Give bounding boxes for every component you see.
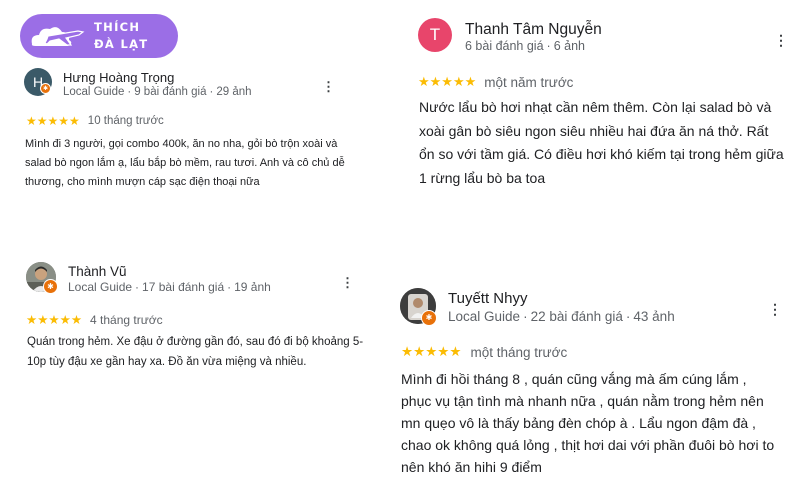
avatar-letter: T — [429, 25, 441, 44]
reviewer-role: Local Guide — [448, 309, 521, 324]
local-guide-badge-icon: ✱ — [43, 279, 58, 294]
avatar[interactable]: T — [418, 18, 452, 52]
star-icon: ★★★★★ — [26, 114, 80, 128]
reviewer-meta: Local Guide · 22 bài đánh giá · 43 ảnh — [448, 309, 675, 324]
more-vert-icon[interactable]: ⋮ — [341, 275, 354, 291]
rating-row: ★★★★★ 10 tháng trước — [26, 114, 164, 128]
local-guide-badge-icon: ✱ — [421, 310, 437, 326]
review-text: Quán trong hẻm. Xe đậu ở đường gần đó, s… — [27, 336, 364, 368]
photo-count: 29 ảnh — [216, 86, 252, 98]
reviewer-name[interactable]: Thanh Tâm Nguyễn — [465, 21, 602, 39]
review-count: 22 bài đánh giá — [530, 309, 623, 324]
reviewer-role: Local Guide — [63, 86, 125, 98]
review-text: Nước lẩu bò hơi nhạt cần nêm thêm. Còn l… — [419, 99, 784, 186]
more-vert-icon[interactable]: ⋮ — [774, 32, 788, 49]
rating-row: ★★★★★ 4 tháng trước — [26, 312, 163, 328]
star-icon: ★★★★★ — [401, 344, 462, 359]
review-count: 9 bài đánh giá — [134, 86, 207, 98]
review-time: một tháng trước — [470, 344, 568, 360]
cloud-plane-icon — [31, 27, 85, 46]
local-guide-badge-icon: ✱ — [40, 83, 51, 94]
reviewer-name[interactable]: Tuyếtt Nhyy — [448, 290, 527, 307]
review-count: 6 bài đánh giá — [465, 39, 544, 53]
reviewer-name[interactable]: Hưng Hoàng Trọng — [63, 70, 174, 85]
more-vert-icon[interactable]: ⋮ — [322, 79, 335, 95]
photo-count: 19 ảnh — [234, 280, 271, 294]
rating-row: ★★★★★ một năm trước — [418, 74, 573, 90]
brand-name: THÍCH ĐÀ LẠT — [94, 19, 174, 53]
review-time: một năm trước — [484, 74, 574, 90]
brand-line-1: THÍCH — [94, 20, 141, 34]
photo-count: 43 ảnh — [633, 309, 675, 324]
reviewer-meta: Local Guide · 17 bài đánh giá · 19 ảnh — [68, 280, 271, 294]
reviewer-meta: Local Guide · 9 bài đánh giá · 29 ảnh — [63, 86, 252, 98]
review-text: Mình đi hồi tháng 8 , quán cũng vắng mà … — [401, 371, 775, 475]
reviewer-name[interactable]: Thành Vũ — [68, 264, 127, 279]
brand-logo: THÍCH ĐÀ LẠT — [20, 14, 178, 58]
reviewer-meta: 6 bài đánh giá · 6 ảnh — [465, 39, 585, 53]
reviewer-role: Local Guide — [68, 280, 133, 294]
star-icon: ★★★★★ — [26, 313, 83, 327]
rating-row: ★★★★★ một tháng trước — [401, 344, 567, 360]
photo-count: 6 ảnh — [553, 39, 585, 53]
review-text: Mình đi 3 người, gọi combo 400k, ăn no n… — [25, 138, 345, 188]
review-count: 17 bài đánh giá — [142, 280, 225, 294]
brand-line-2: ĐÀ LẠT — [94, 37, 149, 51]
more-vert-icon[interactable]: ⋮ — [768, 301, 782, 318]
star-icon: ★★★★★ — [418, 74, 477, 89]
review-time: 4 tháng trước — [90, 312, 163, 327]
review-time: 10 tháng trước — [87, 115, 164, 127]
